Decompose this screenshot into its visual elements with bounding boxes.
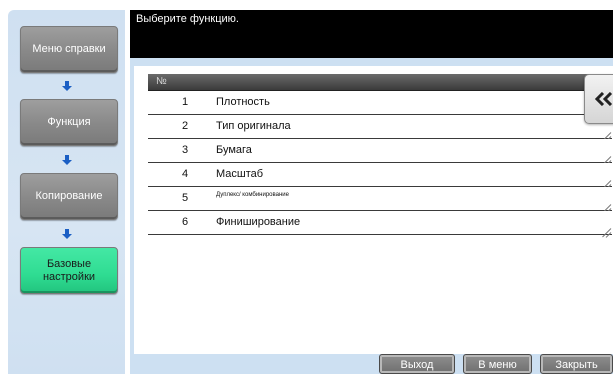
- column-number-header: №: [156, 76, 167, 87]
- arrow-down-icon: [62, 155, 72, 165]
- row-number: 6: [181, 216, 189, 228]
- row-function-name: Финиширование: [216, 216, 301, 228]
- table-row[interactable]: 1 Плотность: [148, 91, 612, 115]
- close-button-label: Закрыть: [555, 359, 598, 371]
- close-button[interactable]: Закрыть: [540, 354, 613, 374]
- table-row[interactable]: 6 Финиширование: [148, 211, 612, 235]
- nav-copy-label: Копирование: [35, 190, 103, 202]
- main-panel: № 1 Плотность 2 Тип оригинала 3 Бумага 4…: [130, 58, 613, 374]
- table-header: №: [148, 74, 612, 91]
- message-bar: Выберите функцию.: [130, 10, 613, 58]
- double-left-arrow-icon: [595, 92, 613, 106]
- row-function-name: Плотность: [216, 96, 270, 108]
- to-menu-button[interactable]: В меню: [463, 354, 532, 374]
- table-row[interactable]: 5 Дуплекс/ комбинирование: [148, 187, 612, 211]
- corner-grip-icon: [601, 151, 611, 161]
- nav-function-button[interactable]: Функция: [20, 99, 118, 146]
- table-row[interactable]: 3 Бумага: [148, 139, 612, 163]
- exit-button-label: Выход: [400, 359, 434, 371]
- side-tab-button[interactable]: [584, 74, 613, 124]
- corner-grip-icon: [601, 199, 611, 209]
- exit-button[interactable]: Выход: [379, 354, 455, 374]
- corner-grip-icon: [601, 223, 611, 233]
- row-number: 3: [181, 144, 189, 156]
- row-function-name: Дуплекс/ комбинирование: [216, 192, 289, 198]
- nav-basic-settings-label: Базовые настройки: [42, 257, 96, 283]
- row-function-name: Тип оригинала: [216, 120, 291, 132]
- table-row[interactable]: 2 Тип оригинала: [148, 115, 612, 139]
- nav-copy-button[interactable]: Копирование: [20, 173, 118, 220]
- corner-grip-icon: [601, 127, 611, 137]
- to-menu-button-label: В меню: [478, 359, 517, 371]
- table-row[interactable]: 4 Масштаб: [148, 163, 612, 187]
- nav-function-label: Функция: [47, 116, 91, 128]
- row-function-name: Бумага: [216, 144, 252, 156]
- help-navigation-panel: Меню справки Функция Копирование Базовые…: [8, 10, 125, 374]
- row-number: 5: [181, 192, 189, 204]
- row-number: 1: [181, 96, 189, 108]
- arrow-down-icon: [62, 229, 72, 239]
- nav-basic-settings-button[interactable]: Базовые настройки: [20, 247, 118, 294]
- nav-help-menu-button[interactable]: Меню справки: [20, 26, 118, 73]
- function-list-area: № 1 Плотность 2 Тип оригинала 3 Бумага 4…: [134, 66, 613, 354]
- corner-grip-icon: [601, 175, 611, 185]
- row-number: 4: [181, 168, 189, 180]
- arrow-down-icon: [62, 81, 72, 91]
- row-number: 2: [181, 120, 189, 132]
- nav-help-menu-label: Меню справки: [32, 43, 106, 55]
- function-table: № 1 Плотность 2 Тип оригинала 3 Бумага 4…: [148, 74, 612, 235]
- row-function-name: Масштаб: [216, 168, 264, 180]
- message-text: Выберите функцию.: [136, 13, 239, 25]
